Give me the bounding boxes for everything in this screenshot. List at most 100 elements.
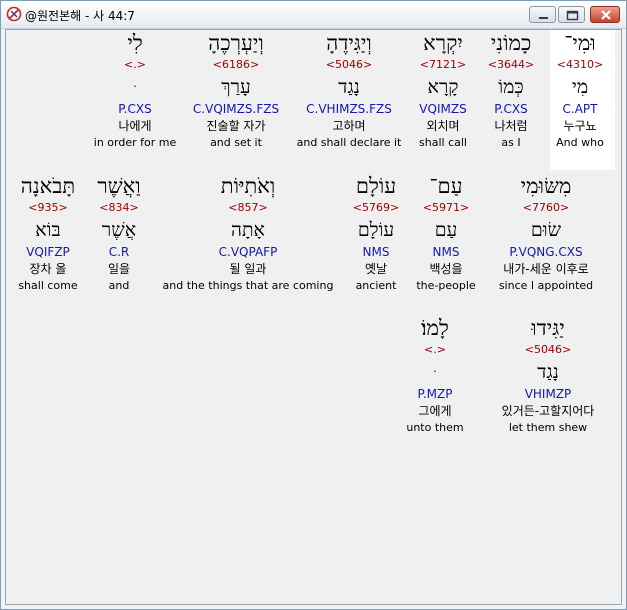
word-block[interactable]: וְיַגִּידֶהָ <5046> נָגַד C.VHIMZS.FZS 고… (292, 30, 406, 151)
parsing-code: C.VQPAFP (218, 245, 278, 259)
hebrew-root: ּ (400, 359, 470, 386)
word-block[interactable]: מִשּׂוּמִי <7760> שׂוּם P.VQNG.CXS 내가-세운… (486, 173, 606, 294)
korean-gloss: 있거든-고할지어다 (501, 404, 595, 418)
hebrew-word: לִי (127, 31, 143, 55)
parsing-code: C.APT (562, 102, 598, 116)
parsing-code: VHIMZP (524, 387, 572, 401)
strong-number[interactable]: <935> (10, 200, 86, 215)
english-gloss: since I appointed (498, 279, 594, 292)
strong-number[interactable]: <3644> (481, 57, 541, 72)
english-gloss: And who (556, 136, 604, 149)
hebrew-word: וְיַעְרְכֶהָ (208, 31, 264, 55)
hebrew-word: וַאֲשֶׁר (97, 174, 141, 198)
english-gloss: in order for me (93, 136, 177, 149)
app-logo-icon (6, 6, 22, 22)
parsing-code: P.MZP (417, 387, 453, 401)
strong-number[interactable]: <7121> (406, 57, 480, 72)
hebrew-word: מִשּׂוּמִי (520, 174, 572, 198)
parsing-code: VQIFZP (26, 245, 70, 259)
korean-gloss: 나처럼 (494, 119, 528, 133)
english-gloss: the-people (416, 279, 476, 292)
strong-number[interactable]: <5769> (344, 200, 408, 215)
parsing-code: P.VQNG.CXS (509, 245, 583, 259)
word-block[interactable]: עַם־ <5971> עַם NMS 백성을 the-people (413, 173, 479, 294)
korean-gloss: 누구뇨 (563, 119, 597, 133)
hebrew-root: קָרָא (427, 76, 459, 98)
parsing-code: C.VQIMZS.FZS (192, 102, 280, 116)
hebrew-word: כָמוֹנִי (490, 31, 532, 55)
word-block[interactable]: וּמִי־ <4310> מִי C.APT 누구뇨 And who (548, 30, 612, 151)
close-icon (601, 10, 611, 20)
english-gloss: and the things that are coming (162, 279, 334, 292)
english-gloss: let them shew (508, 421, 588, 434)
english-gloss: and set it (210, 136, 262, 149)
minimize-button[interactable] (529, 6, 556, 23)
english-gloss: shall come (18, 279, 78, 292)
strong-number[interactable]: <5971> (413, 200, 479, 215)
hebrew-root: עָרַךְ (221, 76, 251, 98)
strong-number[interactable]: <4310> (548, 57, 612, 72)
parsing-code: C.VHIMZS.FZS (306, 102, 392, 116)
close-button[interactable] (590, 6, 620, 23)
hebrew-root: אֲשֶׁר (101, 219, 137, 241)
word-block[interactable]: יִקְרָא <7121> קָרָא VQIMZS 외치며 shall ca… (406, 30, 480, 151)
word-block[interactable]: וְיַעְרְכֶהָ <6186> עָרַךְ C.VQIMZS.FZS … (186, 30, 286, 151)
hebrew-root: שׂוּם (530, 219, 562, 241)
korean-gloss: 백성을 (429, 262, 463, 276)
hebrew-word: לָמוֹ׃ (421, 316, 449, 340)
korean-gloss: 일을 (107, 262, 131, 276)
korean-gloss: 외치며 (426, 119, 460, 133)
hebrew-word: וּמִי־ (564, 31, 596, 55)
app-window: @원전본해 - 사 44:7 וּמִי־ <4310> מִי C.APT 누… (0, 0, 627, 610)
word-block[interactable]: יַגִּידוּ <5046> נָגַד VHIMZP 있거든-고할지어다 … (488, 315, 608, 436)
parsing-code: C.R (108, 245, 130, 259)
strong-number[interactable]: <5046> (488, 342, 608, 357)
interlinear-panel: וּמִי־ <4310> מִי C.APT 누구뇨 And who כָמו… (5, 29, 622, 605)
strong-number[interactable]: <857> (158, 200, 338, 215)
korean-gloss: 진술할 자가 (206, 119, 266, 133)
korean-gloss: 고하며 (332, 119, 366, 133)
word-block[interactable]: תָּבֹאנָה <935> בּוֹא VQIFZP 장차 올 shall … (10, 173, 86, 294)
strong-number[interactable]: <.> (90, 57, 180, 72)
hebrew-root: עוֹלָם (357, 219, 395, 241)
hebrew-root: כְּמוֹ (498, 76, 524, 98)
korean-gloss: 나에게 (118, 119, 152, 133)
strong-number[interactable]: <834> (94, 200, 144, 215)
hebrew-root: אָתָה (231, 219, 265, 241)
english-gloss: ancient (355, 279, 397, 292)
hebrew-word: עוֹלָם (355, 174, 397, 198)
english-gloss: shall call (419, 136, 467, 149)
english-gloss: as I (501, 136, 521, 149)
korean-gloss: 옛날 (364, 262, 388, 276)
word-block[interactable]: כָמוֹנִי <3644> כְּמוֹ P.CXS 나처럼 as I (481, 30, 541, 151)
hebrew-word: עַם־ (429, 174, 463, 198)
hebrew-root: מִי (571, 76, 589, 98)
hebrew-root: נָגַד (537, 361, 559, 383)
word-block[interactable]: עוֹלָם <5769> עוֹלָם NMS 옛날 ancient (344, 173, 408, 294)
english-gloss: and shall declare it (296, 136, 402, 149)
hebrew-word: יַגִּידוּ (531, 316, 565, 340)
english-gloss: unto them (406, 421, 464, 434)
title-bar[interactable]: @원전본해 - 사 44:7 (1, 1, 626, 29)
parsing-code: NMS (432, 245, 460, 259)
hebrew-word: תָּבֹאנָה (20, 174, 76, 198)
korean-gloss: 될 일과 (229, 262, 267, 276)
maximize-button[interactable] (558, 6, 585, 23)
word-block[interactable]: לִי <.> ּ P.CXS 나에게 in order for me (90, 30, 180, 151)
word-block[interactable]: וְאֹתִיּוֹת <857> אָתָה C.VQPAFP 될 일과 an… (158, 173, 338, 294)
strong-number[interactable]: <.> (400, 342, 470, 357)
strong-number[interactable]: <7760> (486, 200, 606, 215)
word-block[interactable]: וַאֲשֶׁר <834> אֲשֶׁר C.R 일을 and (94, 173, 144, 294)
korean-gloss: 장차 올 (29, 262, 67, 276)
strong-number[interactable]: <6186> (186, 57, 286, 72)
strong-number[interactable]: <5046> (292, 57, 406, 72)
parsing-code: NMS (362, 245, 390, 259)
parsing-code: P.CXS (118, 102, 152, 116)
english-gloss: and (108, 279, 130, 292)
parsing-code: P.CXS (494, 102, 528, 116)
word-block[interactable]: לָמוֹ׃ <.> ּ P.MZP 그에게 unto them (400, 315, 470, 436)
hebrew-root: עַם (434, 219, 458, 241)
window-title: @원전본해 - 사 44:7 (25, 9, 135, 23)
hebrew-root: בּוֹא (35, 219, 61, 241)
hebrew-word: וְאֹתִיּוֹת (220, 174, 276, 198)
